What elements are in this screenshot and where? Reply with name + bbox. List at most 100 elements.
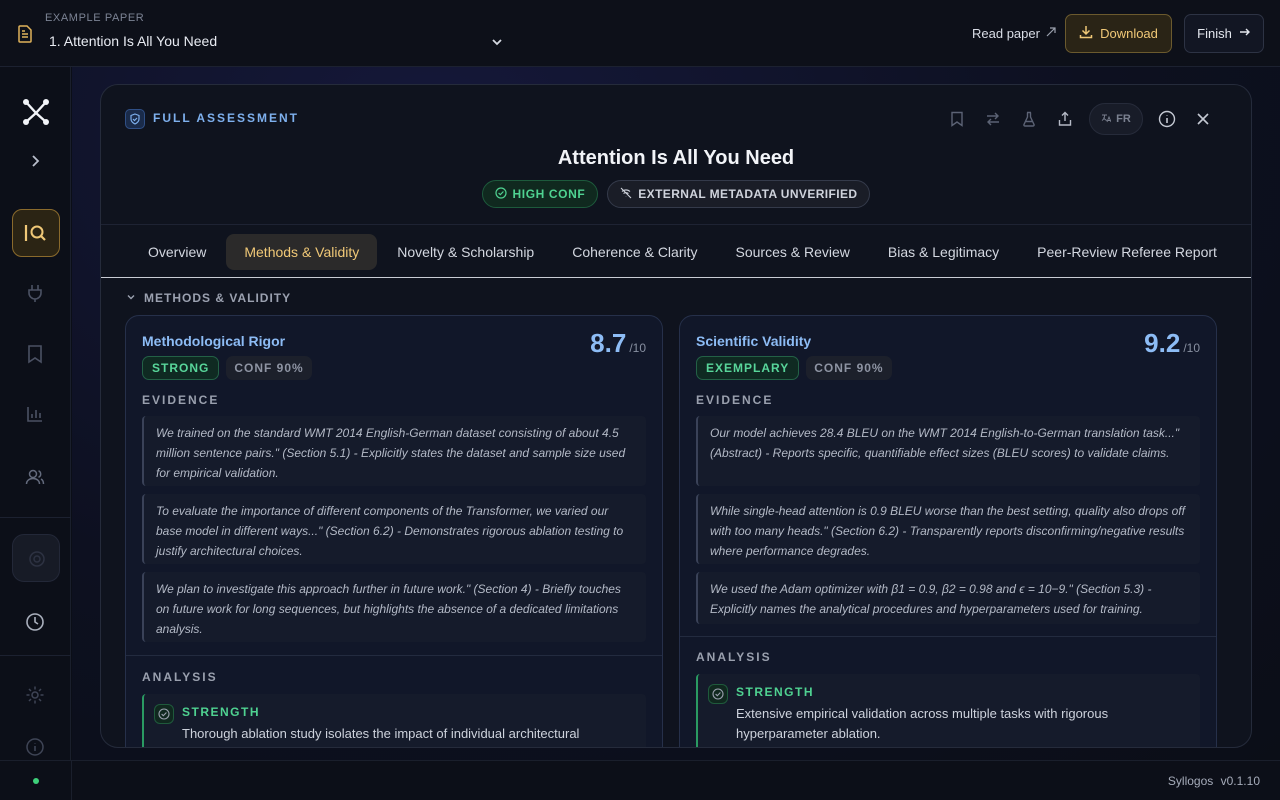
confidence-label: HIGH CONF <box>512 187 586 201</box>
download-label: Download <box>1100 26 1158 41</box>
search-icon <box>23 221 47 245</box>
score-value: 9.2 <box>1144 328 1181 358</box>
panel-toolbar: FR <box>945 103 1215 135</box>
app-name: Syllogos <box>1167 774 1214 788</box>
check-circle-icon <box>154 704 174 724</box>
status-indicator <box>33 778 39 784</box>
strength-text: Extensive empirical validation across mu… <box>736 706 1109 741</box>
confidence-badge: CONF 90% <box>806 356 892 380</box>
confidence-badge: HIGH CONF <box>481 180 599 208</box>
sidebar <box>0 67 71 760</box>
chevron-down-icon[interactable] <box>490 35 504 49</box>
tabs-underline <box>101 277 1251 278</box>
gear-icon[interactable] <box>23 683 47 707</box>
tab-sources-review[interactable]: Sources & Review <box>718 234 868 270</box>
arrow-right-icon <box>1239 26 1251 41</box>
tabs-divider <box>101 224 1251 225</box>
target-icon <box>28 550 46 573</box>
panel-badges: HIGH CONF EXTERNAL METADATA UNVERIFIED <box>101 180 1251 208</box>
evidence-label: EVIDENCE <box>142 393 220 407</box>
status-divider <box>71 761 72 800</box>
tab-overview[interactable]: Overview <box>130 234 224 270</box>
evidence-label: EVIDENCE <box>696 393 774 407</box>
expand-chevron-icon[interactable] <box>23 149 47 173</box>
evidence-item: While single-head attention is 0.9 BLEU … <box>696 494 1200 564</box>
chevron-down-icon <box>126 291 136 305</box>
metadata-badge: EXTERNAL METADATA UNVERIFIED <box>607 180 871 208</box>
tab-novelty-scholarship[interactable]: Novelty & Scholarship <box>379 234 552 270</box>
card-score: 9.2 /10 <box>1144 328 1200 359</box>
card-pills: STRONG CONF 90% <box>142 356 312 380</box>
criterion-card-scientific-validity: Scientific Validity 9.2 /10 EXEMPLARY CO… <box>679 315 1217 747</box>
analysis-label: ANALYSIS <box>142 670 218 684</box>
info-icon[interactable] <box>23 735 47 759</box>
paper-select[interactable]: 1. Attention Is All You Need <box>49 33 217 49</box>
compare-icon[interactable] <box>981 107 1005 131</box>
plug-icon[interactable] <box>23 281 47 305</box>
tab-methods-validity[interactable]: Methods & Validity <box>226 234 378 270</box>
tab-peer-review-report[interactable]: Peer-Review Referee Report <box>1019 234 1235 270</box>
card-title: Methodological Rigor <box>142 333 286 349</box>
check-circle-icon <box>494 186 507 202</box>
check-circle-icon <box>708 684 728 704</box>
strength-label: STRENGTH <box>736 685 814 699</box>
download-button[interactable]: Download <box>1065 14 1172 53</box>
bookmark-icon[interactable] <box>945 107 969 131</box>
close-icon[interactable] <box>1191 107 1215 131</box>
metadata-label: EXTERNAL METADATA UNVERIFIED <box>638 187 858 201</box>
evidence-item: To evaluate the importance of different … <box>142 494 646 564</box>
translate-icon <box>1101 113 1112 126</box>
arrow-up-right-icon <box>1045 26 1057 41</box>
criterion-card-methodological-rigor: Methodological Rigor 8.7 /10 STRONG CONF… <box>125 315 663 747</box>
shield-icon <box>125 109 145 129</box>
download-icon <box>1079 25 1093 42</box>
flask-icon[interactable] <box>1017 107 1041 131</box>
score-max: /10 <box>629 341 646 355</box>
app-version: Syllogos v0.1.10 <box>1168 774 1260 788</box>
language-toggle[interactable]: FR <box>1089 103 1143 135</box>
evidence-item: We plan to investigate this approach fur… <box>142 572 646 642</box>
info-icon[interactable] <box>1155 107 1179 131</box>
tab-coherence-clarity[interactable]: Coherence & Clarity <box>554 234 715 270</box>
bookmark-icon[interactable] <box>23 342 47 366</box>
version-number: v0.1.10 <box>1220 774 1260 788</box>
share-icon[interactable] <box>1053 107 1077 131</box>
card-score: 8.7 /10 <box>590 328 646 359</box>
card-divider <box>126 655 662 656</box>
section-title: METHODS & VALIDITY <box>144 291 292 305</box>
app-logo-icon[interactable] <box>21 97 51 127</box>
finish-label: Finish <box>1197 26 1232 41</box>
tab-bias-legitimacy[interactable]: Bias & Legitimacy <box>870 234 1017 270</box>
history-icon[interactable] <box>23 610 47 634</box>
paper-kicker: EXAMPLE PAPER <box>45 12 145 24</box>
evidence-item: Our model achieves 28.4 BLEU on the WMT … <box>696 416 1200 486</box>
language-label: FR <box>1116 113 1131 125</box>
unverified-icon <box>620 187 632 202</box>
chart-icon[interactable] <box>23 402 47 426</box>
document-icon <box>17 25 33 43</box>
rating-badge: STRONG <box>142 356 220 380</box>
strength-label: STRENGTH <box>182 705 260 719</box>
score-value: 8.7 <box>590 328 627 358</box>
users-icon[interactable] <box>23 465 47 489</box>
assessment-panel: FULL ASSESSMENT FR Attention Is All You … <box>100 84 1252 748</box>
sidebar-divider <box>0 655 71 656</box>
card-divider <box>680 636 1216 637</box>
confidence-badge: CONF 90% <box>226 356 312 380</box>
finish-button[interactable]: Finish <box>1184 14 1264 53</box>
rating-badge: EXEMPLARY <box>696 356 800 380</box>
read-paper-link[interactable]: Read paper <box>972 26 1057 41</box>
read-paper-label: Read paper <box>972 26 1040 41</box>
sidebar-divider <box>0 517 71 518</box>
strength-item: STRENGTH Thorough ablation study isolate… <box>142 694 646 747</box>
top-bar: EXAMPLE PAPER 1. Attention Is All You Ne… <box>0 0 1280 67</box>
page-title: Attention Is All You Need <box>557 147 795 169</box>
sidebar-item-orb[interactable] <box>12 534 60 582</box>
section-toggle[interactable]: METHODS & VALIDITY <box>126 291 291 305</box>
card-pills: EXEMPLARY CONF 90% <box>696 356 892 380</box>
score-max: /10 <box>1183 341 1200 355</box>
evidence-item: We used the Adam optimizer with β1 = 0.9… <box>696 572 1200 624</box>
panel-kicker: FULL ASSESSMENT <box>153 111 300 125</box>
assessment-tabs: Overview Methods & Validity Novelty & Sc… <box>130 234 1235 270</box>
evidence-item: We trained on the standard WMT 2014 Engl… <box>142 416 646 486</box>
